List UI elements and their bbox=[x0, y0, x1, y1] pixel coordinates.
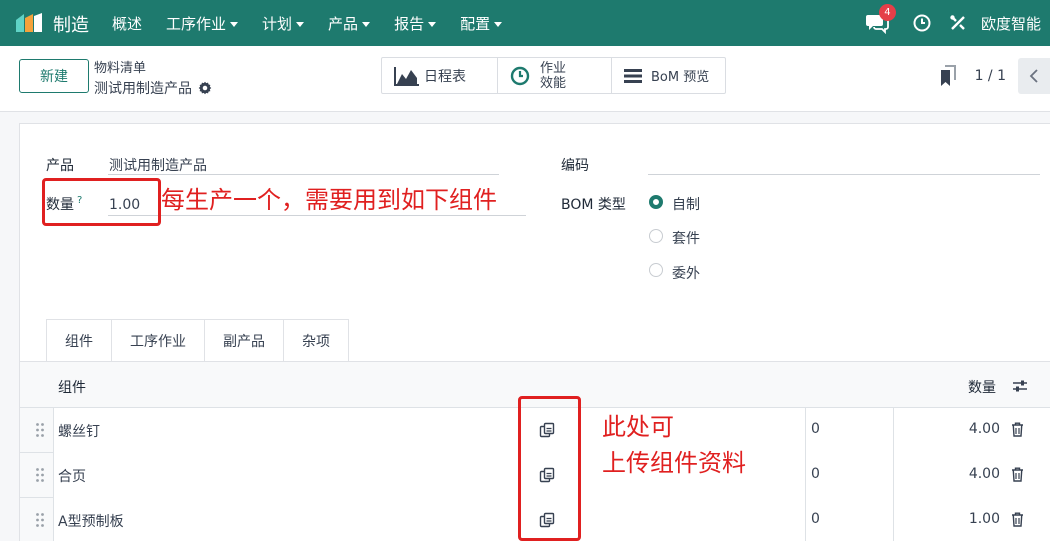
menu-products[interactable]: 产品 bbox=[328, 13, 371, 34]
app-name[interactable]: 制造 bbox=[53, 11, 89, 37]
message-count-badge: 4 bbox=[878, 4, 896, 21]
component-name: 螺丝钉 bbox=[58, 424, 100, 440]
clock-icon bbox=[510, 66, 530, 85]
tab-label: 杂项 bbox=[302, 334, 330, 350]
upload-annotation-line2: 上传组件资料 bbox=[602, 449, 746, 477]
breadcrumb-parent[interactable]: 物料清单 bbox=[94, 57, 146, 76]
menu-operations[interactable]: 工序作业 bbox=[166, 13, 239, 34]
bookmark-icon[interactable] bbox=[939, 65, 957, 87]
bom-type-radio-subcontract[interactable] bbox=[649, 263, 663, 277]
breadcrumb-current: 测试用制造产品 bbox=[94, 78, 212, 98]
product-label: 产品 bbox=[46, 158, 74, 174]
efficiency-label-line1: 作业 bbox=[540, 60, 567, 76]
control-panel: 新建 物料清单 测试用制造产品 日程表 作业 效能 BoM 预览 1 / 1 bbox=[0, 46, 1050, 112]
bom-type-label: BOM 类型 bbox=[561, 197, 626, 213]
quantity-value: 4.00 bbox=[968, 421, 1000, 437]
app-logo-icon[interactable] bbox=[14, 12, 46, 34]
bom-type-option-label: 自制 bbox=[672, 197, 700, 213]
trash-icon[interactable] bbox=[1011, 512, 1024, 527]
menu-label: 产品 bbox=[328, 14, 359, 33]
menu-label: 工序作业 bbox=[166, 14, 227, 33]
gear-icon[interactable] bbox=[198, 81, 212, 95]
efficiency-label-line2: 效能 bbox=[540, 75, 567, 91]
form-sheet: 产品 测试用制造产品 数量? 1.00 编码 BOM 类型 自制 套件 委外 每… bbox=[19, 123, 1050, 541]
caret-down-icon bbox=[362, 21, 371, 27]
pager-previous-button[interactable] bbox=[1018, 58, 1050, 94]
notebook-tabs: 组件 工序作业 副产品 杂项 bbox=[46, 319, 349, 362]
menu-label: 报告 bbox=[394, 14, 425, 33]
record-title: 测试用制造产品 bbox=[94, 81, 192, 97]
drag-handle-icon[interactable] bbox=[35, 467, 45, 483]
messages-button[interactable]: 4 bbox=[865, 4, 896, 35]
bom-type-radio-manufacture[interactable] bbox=[649, 195, 663, 209]
schedule-button[interactable]: 日程表 bbox=[382, 58, 498, 93]
component-name: 合页 bbox=[58, 469, 86, 485]
area-chart-icon bbox=[394, 66, 419, 86]
efficiency-button[interactable]: 作业 效能 bbox=[498, 58, 612, 93]
quantity-annotation-box bbox=[42, 178, 161, 226]
menu-label: 计划 bbox=[262, 14, 293, 33]
caret-down-icon bbox=[296, 21, 305, 27]
systray: 4 欧度智能 bbox=[865, 0, 1041, 46]
trash-icon[interactable] bbox=[1011, 422, 1024, 437]
clock-icon[interactable] bbox=[913, 14, 931, 32]
quantity-value: 4.00 bbox=[968, 466, 1000, 482]
bom-preview-label: BoM 预览 bbox=[651, 70, 710, 85]
tab-label: 副产品 bbox=[223, 334, 265, 350]
caret-down-icon bbox=[428, 21, 437, 27]
upload-annotation-box bbox=[518, 396, 581, 541]
menu-overview[interactable]: 概述 bbox=[112, 13, 142, 34]
top-navbar: 制造 概述 工序作业 计划 产品 报告 配置 4 欧度智能 bbox=[0, 0, 1050, 46]
bars-icon bbox=[624, 68, 642, 83]
tab-label: 组件 bbox=[65, 333, 93, 350]
chevron-left-icon bbox=[1029, 69, 1038, 83]
efficiency-label: 作业 效能 bbox=[540, 61, 566, 91]
menu-configuration[interactable]: 配置 bbox=[460, 13, 503, 34]
component-name: A型预制板 bbox=[58, 514, 124, 530]
bom-preview-button[interactable]: BoM 预览 bbox=[612, 58, 725, 93]
menu-label: 概述 bbox=[112, 14, 143, 33]
drag-handle-icon[interactable] bbox=[35, 512, 45, 528]
drag-handle-icon[interactable] bbox=[35, 422, 45, 438]
column-header-component[interactable]: 组件 bbox=[58, 377, 86, 397]
user-menu[interactable]: 欧度智能 bbox=[981, 13, 1041, 34]
tab-operations[interactable]: 工序作业 bbox=[112, 319, 205, 362]
upload-annotation-line1: 此处可 bbox=[602, 413, 674, 441]
tab-miscellaneous[interactable]: 杂项 bbox=[284, 319, 349, 362]
column-settings-icon[interactable] bbox=[1012, 379, 1028, 393]
quantity-value: 1.00 bbox=[968, 511, 1000, 527]
pager-value[interactable]: 1 / 1 bbox=[975, 68, 1006, 84]
tools-icon[interactable] bbox=[949, 14, 967, 32]
tab-components[interactable]: 组件 bbox=[46, 319, 112, 362]
col3-value: 0 bbox=[811, 421, 820, 437]
product-value: 测试用制造产品 bbox=[109, 158, 207, 174]
code-label: 编码 bbox=[561, 158, 589, 174]
trash-icon[interactable] bbox=[1011, 467, 1024, 482]
caret-down-icon bbox=[494, 21, 503, 27]
schedule-label: 日程表 bbox=[424, 68, 466, 85]
bom-type-radio-kit[interactable] bbox=[649, 229, 663, 243]
caret-down-icon bbox=[230, 21, 239, 27]
menu-planning[interactable]: 计划 bbox=[262, 13, 305, 34]
new-button[interactable]: 新建 bbox=[19, 59, 89, 93]
menu-reporting[interactable]: 报告 bbox=[394, 13, 437, 34]
column-header-quantity[interactable]: 数量 bbox=[968, 377, 996, 397]
pager: 1 / 1 bbox=[939, 58, 1050, 94]
component-cell[interactable] bbox=[53, 498, 805, 541]
bom-type-option-label: 委外 bbox=[672, 266, 700, 282]
quantity-annotation-text: 每生产一个，需要用到如下组件 bbox=[161, 186, 497, 214]
col3-value: 0 bbox=[811, 466, 820, 482]
tab-label: 工序作业 bbox=[130, 334, 186, 350]
bom-type-option-label: 套件 bbox=[672, 231, 700, 247]
code-input[interactable] bbox=[648, 153, 1040, 175]
menu-label: 配置 bbox=[460, 14, 491, 33]
main-menu: 概述 工序作业 计划 产品 报告 配置 bbox=[112, 0, 526, 46]
col3-value: 0 bbox=[811, 511, 820, 527]
tab-by-products[interactable]: 副产品 bbox=[205, 319, 284, 362]
smart-buttons: 日程表 作业 效能 BoM 预览 bbox=[381, 57, 726, 94]
